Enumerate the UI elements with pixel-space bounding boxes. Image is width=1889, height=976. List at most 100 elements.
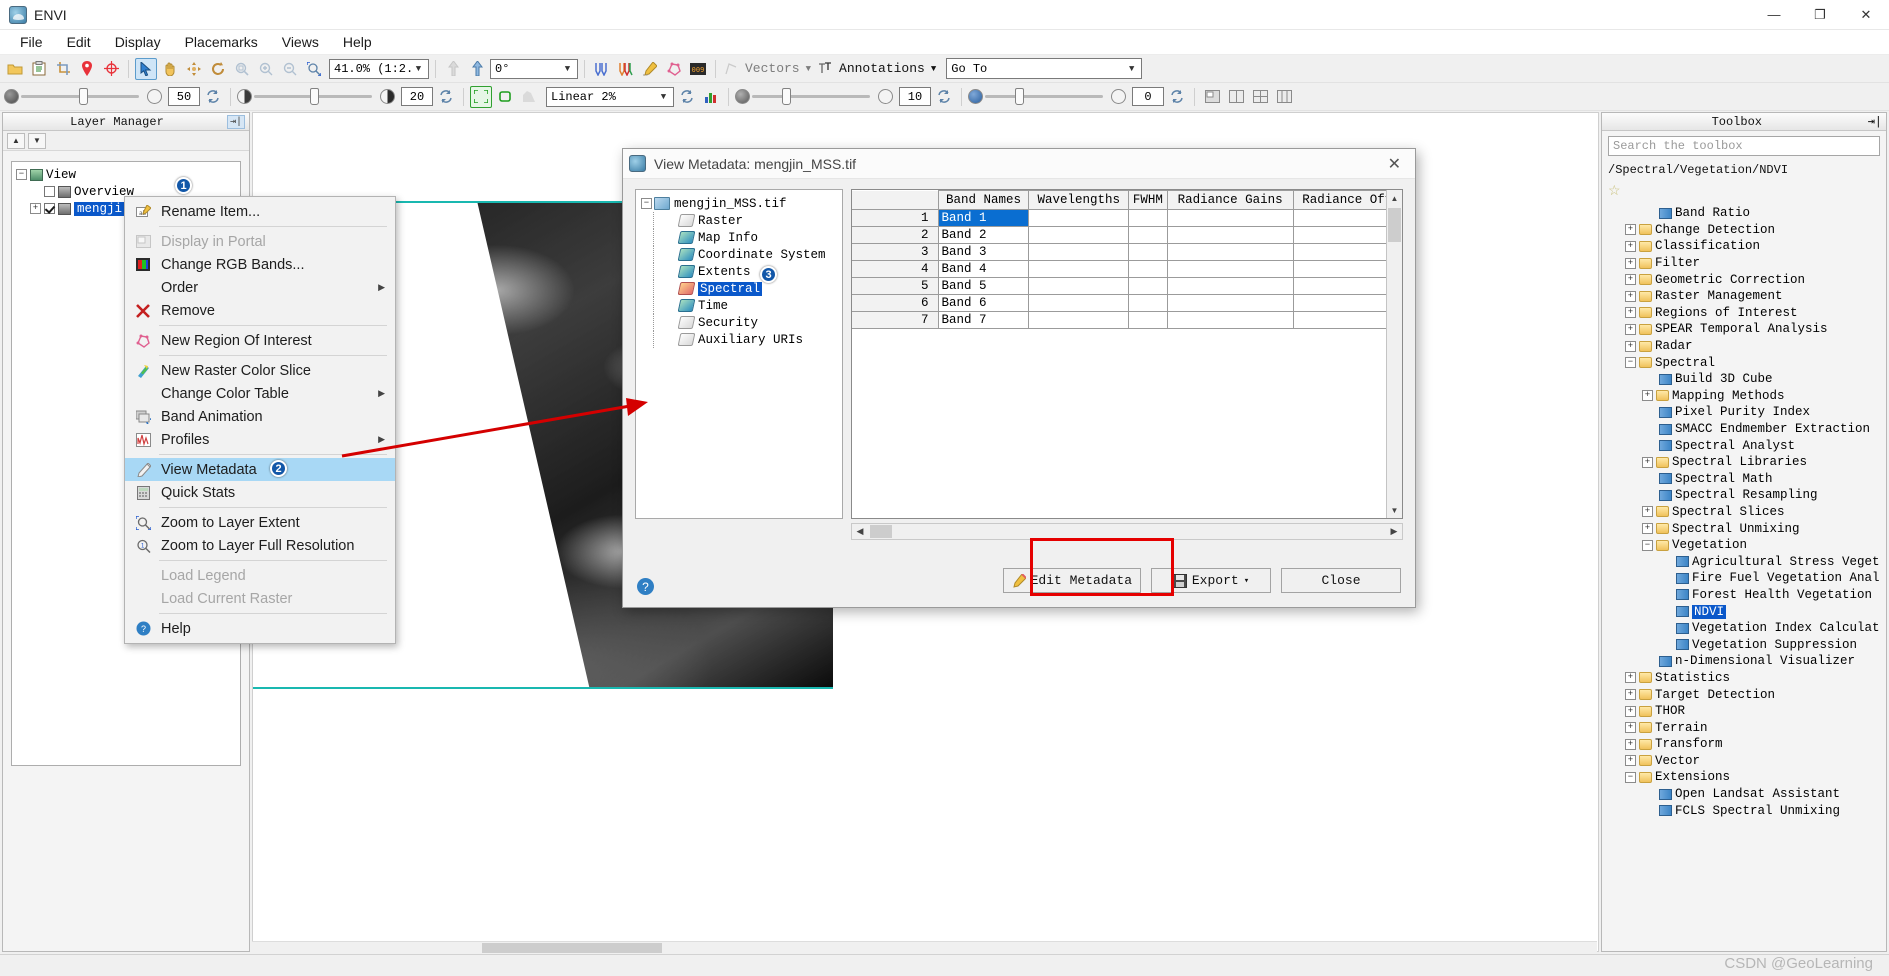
toolbox-item-regions-of-interest[interactable]: + Regions of Interest [1608,305,1880,322]
canvas-hscrollbar[interactable] [252,941,1597,954]
toolbox-expander-icon[interactable]: + [1625,224,1636,236]
layer-visibility-checkbox-mengjin[interactable] [44,203,55,214]
brightness-icon[interactable] [237,89,252,104]
toolbox-item-thor[interactable]: + THOR [1608,703,1880,720]
toolbox-expander-icon[interactable]: + [1625,672,1636,684]
band-table-cell[interactable] [1166,209,1294,227]
maximize-button[interactable]: ❐ [1797,0,1843,30]
band-table-cell[interactable] [1128,277,1168,295]
layer-visibility-checkbox-overview[interactable] [44,186,55,197]
metadata-tree[interactable]: − mengjin_MSS.tif Raster Map Info Coordinate… [635,189,843,519]
cursor-value-icon[interactable]: 009 [687,58,709,80]
band-table-cell[interactable] [1028,243,1130,261]
layer-context-menu[interactable]: ab Rename Item... Display in Portal Change … [124,196,396,644]
toolbox-item-n-dimensional-visualizer[interactable]: n-Dimensional Visualizer [1608,653,1880,670]
annotations-label[interactable]: Annotations [837,61,927,76]
crosshair-icon[interactable] [100,58,122,80]
histogram-icon[interactable] [700,86,722,108]
select-cursor-icon[interactable] [135,57,157,80]
menu-placemarks[interactable]: Placemarks [173,31,270,53]
toolbox-expander-icon[interactable]: + [1625,705,1636,717]
annotation-pencil-icon[interactable] [639,58,661,80]
toolbox-item-transform[interactable]: + Transform [1608,736,1880,753]
toolbox-item-mapping-methods[interactable]: + Mapping Methods [1608,388,1880,405]
canvas-hscroll-thumb[interactable] [482,943,662,953]
band-table-cell[interactable]: Band 7 [937,311,1030,329]
vectors-menu-icon[interactable] [722,58,741,80]
expander-icon[interactable]: − [16,169,27,180]
toolbox-item-spectral[interactable]: − Spectral [1608,354,1880,371]
metadata-tree-item-raster[interactable]: Raster [639,212,839,229]
band-table-cell[interactable] [1028,226,1130,244]
brightness-reset-icon[interactable] [435,86,457,108]
band-table-row[interactable]: 6 Band 6 [852,294,1402,312]
band-table-cell[interactable] [1128,209,1168,227]
portal-icon[interactable] [1201,86,1223,108]
band-table-cell[interactable] [1166,277,1294,295]
band-table-cell[interactable]: Band 2 [937,226,1030,244]
metadata-tree-item-map-info[interactable]: Map Info [639,229,839,246]
toolbox-expander-icon[interactable]: + [1625,274,1636,286]
toolbox-item-statistics[interactable]: + Statistics [1608,670,1880,687]
metadata-tree-item-time[interactable]: Time [639,297,839,314]
scroll-right-icon[interactable]: ▶ [1386,526,1402,537]
band-table-row[interactable]: 1 Band 1 [852,209,1402,227]
menu-display[interactable]: Display [103,31,173,53]
band-table-cell[interactable] [1128,294,1168,312]
band-table-cell[interactable] [1128,226,1168,244]
placemark-pin-icon[interactable] [76,58,98,80]
rotate-north-icon[interactable] [466,58,488,80]
toolbox-item-build-3d-cube[interactable]: Build 3D Cube [1608,371,1880,388]
sharpen-icon[interactable] [735,89,750,104]
brightness-max-icon[interactable] [380,89,395,104]
toolbox-item-spectral-resampling[interactable]: Spectral Resampling [1608,487,1880,504]
rotate-icon[interactable] [207,58,229,80]
goto-input[interactable]: Go To ▼ [946,58,1143,79]
menu-edit[interactable]: Edit [55,31,103,53]
spectral-profile-icon[interactable] [591,58,613,80]
panel-pin-icon[interactable]: ⇥| [226,114,245,129]
zoom-in-icon[interactable] [255,58,277,80]
favorite-star-icon[interactable]: ☆ [1608,181,1880,199]
context-menu-item-change-color-table[interactable]: Change Color Table ▶ [125,382,395,405]
band-table-column-header[interactable]: Radiance Gains [1166,190,1294,210]
stretch-region-icon[interactable] [470,85,492,108]
toolbox-expander-icon[interactable]: + [1642,390,1653,402]
contrast-value[interactable]: 0 [1132,87,1164,106]
band-table-cell[interactable] [1128,260,1168,278]
zoom-out-icon[interactable] [279,58,301,80]
band-table-cell[interactable] [1128,311,1168,329]
metadata-table-hscrollbar[interactable]: ◀ ▶ [851,523,1403,540]
toolbox-item-ndvi[interactable]: NDVI [1608,603,1880,620]
toolbox-item-smacc-endmember-extraction[interactable]: SMACC Endmember Extraction [1608,421,1880,438]
sharpen-reset-icon[interactable] [933,86,955,108]
minimize-button[interactable]: — [1751,0,1797,30]
band-table-cell[interactable] [1028,209,1130,227]
close-button[interactable]: ✕ [1843,0,1889,30]
north-up-icon[interactable] [442,58,464,80]
two-view-icon[interactable] [1225,86,1247,108]
brightness-slider[interactable] [254,88,372,105]
contrast-max-icon[interactable] [1111,89,1126,104]
toolbox-tree[interactable]: Band Ratio + Change Detection + Classificati… [1608,205,1880,945]
metadata-tree-item-extents[interactable]: Extents [639,263,839,280]
band-table-cell[interactable]: Band 5 [937,277,1030,295]
pan-arrows-icon[interactable] [183,58,205,80]
sharpen-slider[interactable] [752,88,870,105]
band-table-cell[interactable] [1128,243,1168,261]
toolbox-item-spectral-analyst[interactable]: Spectral Analyst [1608,437,1880,454]
band-table-column-header[interactable]: Band Names [937,190,1030,210]
toolbox-expander-icon[interactable]: + [1625,240,1636,252]
band-table-row[interactable]: 5 Band 5 [852,277,1402,295]
metadata-tree-item-auxiliary-uris[interactable]: Auxiliary URIs [639,331,839,348]
zoom-level-combo[interactable]: 41.0% (1:2.4) ▼ [329,58,429,79]
transparency-slider[interactable] [21,88,139,105]
toolbox-item-spear-temporal-analysis[interactable]: + SPEAR Temporal Analysis [1608,321,1880,338]
multi-spectral-icon[interactable] [615,58,637,80]
toolbox-expander-icon[interactable]: + [1625,257,1636,269]
toolbox-item-vector[interactable]: + Vector [1608,753,1880,770]
band-table-cell[interactable] [1166,311,1294,329]
context-menu-item-new-region-of-interest[interactable]: New Region Of Interest [125,329,395,352]
metadata-table-vscrollbar[interactable]: ▲ ▼ [1386,190,1402,518]
toolbox-item-extensions[interactable]: − Extensions [1608,769,1880,786]
